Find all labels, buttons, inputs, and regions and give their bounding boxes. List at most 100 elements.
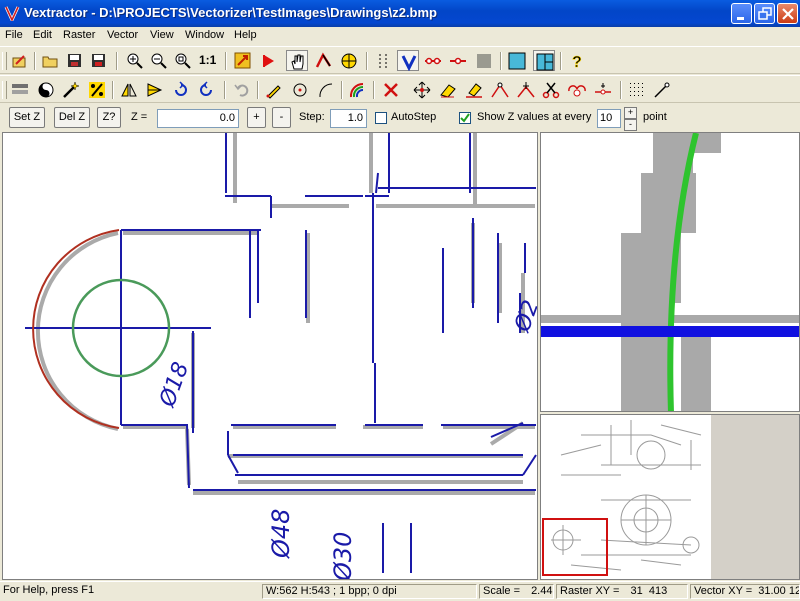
vector-xy-value: 31.00 129	[758, 585, 799, 597]
join-icon	[568, 85, 586, 97]
help-button[interactable]: ?	[566, 50, 588, 71]
open-file-button[interactable]	[40, 50, 62, 71]
rotate-cw-button[interactable]	[170, 79, 192, 100]
step-input[interactable]: 1.0	[330, 109, 367, 128]
spin-down-button[interactable]: -	[624, 119, 637, 131]
select-points-button[interactable]	[372, 50, 394, 71]
z-minus-button[interactable]: -	[272, 107, 291, 128]
scale-value: 2.44	[531, 585, 553, 597]
node-break-button[interactable]	[592, 79, 614, 100]
menu-file[interactable]: File	[5, 29, 23, 41]
yin-yang-button[interactable]	[35, 79, 57, 100]
zoom-fit-button[interactable]	[172, 50, 194, 71]
mirror-button[interactable]	[118, 79, 140, 100]
open-vector-icon	[12, 55, 26, 68]
z-value-input[interactable]: 0.0	[157, 109, 239, 128]
node-edit-icon	[517, 82, 535, 98]
polyline-button[interactable]	[313, 50, 335, 71]
zoom-1to1-button[interactable]: 1:1	[196, 50, 218, 71]
arc-button[interactable]	[315, 79, 337, 100]
color-arc-button[interactable]	[347, 79, 369, 100]
erase-line-icon	[466, 83, 482, 98]
hand-pan-button[interactable]	[286, 50, 308, 71]
zoom-in-button[interactable]	[124, 50, 146, 71]
rotate-ccw-button[interactable]	[195, 79, 217, 100]
yin-yang-icon	[38, 82, 54, 98]
menu-raster[interactable]: Raster	[63, 29, 95, 41]
erase-line-button[interactable]	[463, 79, 485, 100]
node-add-icon	[491, 82, 509, 98]
raster-xy-label: Raster XY =	[560, 585, 620, 597]
node-break-icon	[595, 83, 611, 95]
show-z-label: Show Z values at every	[477, 111, 592, 123]
raster-layers-button[interactable]	[9, 79, 31, 100]
zoom-1to1-label: 1:1	[199, 53, 217, 67]
percent-button[interactable]	[86, 79, 108, 100]
spin-up-button[interactable]: +	[624, 107, 637, 119]
status-bar: For Help, press F1 W:562 H:543 ; 1 bpp; …	[0, 581, 800, 601]
single-view-button[interactable]	[506, 50, 528, 71]
drawing-canvas[interactable]: Ø18 Ø48 Ø2 Ø30	[3, 133, 538, 580]
save-raster-button[interactable]	[64, 50, 86, 71]
toolbar-grip[interactable]	[2, 81, 7, 99]
gray-square-icon	[477, 54, 491, 68]
autostep-checkbox[interactable]	[375, 112, 387, 124]
undo-icon	[234, 84, 249, 97]
undo-button[interactable]	[231, 79, 253, 100]
node-edit-button[interactable]	[515, 79, 537, 100]
minimize-button[interactable]	[731, 3, 752, 24]
autostep-label: AutoStep	[391, 111, 437, 123]
move-button[interactable]	[411, 79, 433, 100]
vectorize-button[interactable]	[397, 50, 419, 71]
delete-button[interactable]	[380, 79, 402, 100]
restore-button[interactable]	[754, 3, 775, 24]
nodes-button[interactable]	[422, 50, 444, 71]
show-z-checkbox[interactable]	[459, 112, 471, 124]
split-view-button[interactable]	[533, 50, 555, 71]
checkmark-icon	[460, 113, 470, 123]
scissors-button[interactable]	[540, 79, 562, 100]
pencil-button[interactable]	[263, 79, 285, 100]
magic-wand-button[interactable]	[60, 79, 82, 100]
menu-help[interactable]: Help	[234, 29, 257, 41]
z-query-button[interactable]: Z?	[97, 107, 121, 128]
toolbar-grip[interactable]	[2, 52, 7, 70]
save-vector-icon	[92, 54, 105, 67]
join-button[interactable]	[566, 79, 588, 100]
help-icon: ?	[572, 54, 582, 70]
show-z-every-input[interactable]: 10	[597, 109, 621, 128]
main-drawing-view[interactable]: Ø18 Ø48 Ø2 Ø30	[2, 132, 538, 580]
dots-grid-button[interactable]	[626, 79, 648, 100]
save-vector-button[interactable]	[88, 50, 110, 71]
play-button[interactable]	[258, 50, 280, 71]
circle-button[interactable]	[289, 79, 311, 100]
z-plus-button[interactable]: +	[247, 107, 266, 128]
select-image-button[interactable]	[232, 50, 254, 71]
menu-edit[interactable]: Edit	[33, 29, 52, 41]
dimension-text: Ø30	[329, 532, 357, 580]
step-label: Step:	[299, 111, 325, 123]
eraser-button[interactable]	[437, 79, 459, 100]
drawing-annotations: Ø18 Ø48 Ø2 Ø30	[155, 297, 537, 580]
magnifier-canvas	[541, 133, 799, 411]
menu-vector[interactable]: Vector	[107, 29, 138, 41]
edit-toolbar	[0, 75, 800, 103]
del-z-button[interactable]: Del Z	[54, 107, 90, 128]
gray-square-button[interactable]	[473, 50, 495, 71]
menu-bar: File Edit Raster Vector View Window Help	[0, 27, 800, 45]
crosshair-button[interactable]	[338, 50, 360, 71]
rotate-button[interactable]	[144, 79, 166, 100]
set-z-button[interactable]: Set Z	[9, 107, 45, 128]
open-vector-button[interactable]	[9, 50, 31, 71]
menu-view[interactable]: View	[150, 29, 174, 41]
save-raster-icon	[68, 54, 81, 67]
node-add-button[interactable]	[489, 79, 511, 100]
overview-navigator[interactable]	[540, 414, 800, 580]
magnified-line-vector	[541, 326, 799, 337]
close-button[interactable]	[777, 3, 798, 24]
pick-button[interactable]	[651, 79, 673, 100]
line-node-button[interactable]	[447, 50, 469, 71]
zoom-out-button[interactable]	[148, 50, 170, 71]
menu-window[interactable]: Window	[185, 29, 224, 41]
magnifier-view[interactable]	[540, 132, 800, 412]
